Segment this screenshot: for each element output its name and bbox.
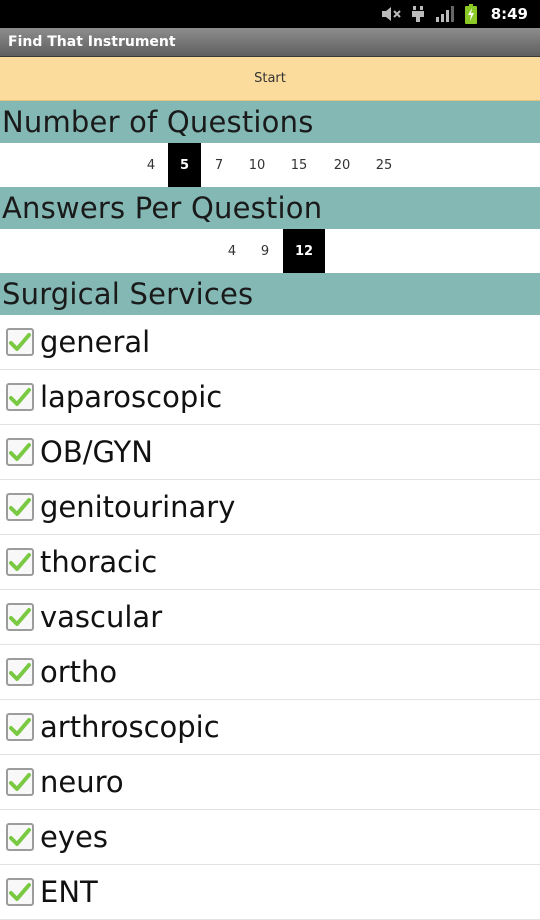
signal-strength-icon [435,4,455,24]
service-checkbox[interactable] [6,493,34,521]
answers-option-4[interactable]: 4 [219,229,245,273]
questions-option-4[interactable]: 4 [138,143,164,187]
checkmark-icon [9,498,31,516]
service-checkbox[interactable] [6,383,34,411]
checkmark-icon [9,883,31,901]
service-checkbox[interactable] [6,328,34,356]
questions-selector: 4 5 7 10 15 20 25 [0,143,540,187]
checkmark-icon [9,388,31,406]
service-item-ortho[interactable]: ortho [0,645,540,700]
service-item-ent[interactable]: ENT [0,865,540,920]
checkmark-icon [9,608,31,626]
questions-option-10[interactable]: 10 [240,143,274,187]
service-item-genitourinary[interactable]: genitourinary [0,480,540,535]
checkmark-icon [9,333,31,351]
services-list: general laparoscopic OB/GYN genitourinar… [0,315,540,920]
service-checkbox[interactable] [6,548,34,576]
service-label: ortho [40,655,118,689]
service-label: eyes [40,820,108,854]
app-title: Find That Instrument [8,34,176,50]
questions-option-7[interactable]: 7 [205,143,233,187]
service-label: general [40,325,151,359]
questions-option-20[interactable]: 20 [325,143,359,187]
volume-muted-icon [381,4,401,24]
usb-debug-icon [411,4,425,24]
checkmark-icon [9,718,31,736]
service-label: neuro [40,765,124,799]
checkmark-icon [9,828,31,846]
checkmark-icon [9,663,31,681]
checkmark-icon [9,443,31,461]
service-item-thoracic[interactable]: thoracic [0,535,540,590]
start-button-label: Start [254,71,286,86]
answers-selector: 4 9 12 [0,229,540,273]
service-label: vascular [40,600,163,634]
status-bar: 8:49 [0,0,540,28]
service-item-general[interactable]: general [0,315,540,370]
service-item-arthroscopic[interactable]: arthroscopic [0,700,540,755]
services-header-label: Surgical Services [2,277,254,311]
answers-header-label: Answers Per Question [2,191,323,225]
questions-option-15[interactable]: 15 [282,143,316,187]
service-checkbox[interactable] [6,713,34,741]
questions-section-header: Number of Questions [0,101,540,143]
service-item-eyes[interactable]: eyes [0,810,540,865]
answers-option-12[interactable]: 12 [283,229,325,273]
questions-option-5[interactable]: 5 [168,143,201,187]
service-item-vascular[interactable]: vascular [0,590,540,645]
service-label: thoracic [40,545,158,579]
checkmark-icon [9,553,31,571]
service-label: ENT [40,875,98,909]
service-item-obgyn[interactable]: OB/GYN [0,425,540,480]
battery-charging-icon [464,4,477,24]
service-item-laparoscopic[interactable]: laparoscopic [0,370,540,425]
answers-option-9[interactable]: 9 [252,229,278,273]
service-label: laparoscopic [40,380,223,414]
service-label: genitourinary [40,490,236,524]
service-item-neuro[interactable]: neuro [0,755,540,810]
answers-section-header: Answers Per Question [0,187,540,229]
questions-option-25[interactable]: 25 [367,143,401,187]
checkmark-icon [9,773,31,791]
service-checkbox[interactable] [6,878,34,906]
service-label: arthroscopic [40,710,220,744]
questions-header-label: Number of Questions [2,105,314,139]
services-section-header: Surgical Services [0,273,540,315]
service-label: OB/GYN [40,435,153,469]
service-checkbox[interactable] [6,658,34,686]
service-checkbox[interactable] [6,603,34,631]
status-time: 8:49 [490,5,528,23]
app-title-bar: Find That Instrument [0,28,540,57]
start-button[interactable]: Start [0,57,540,101]
service-checkbox[interactable] [6,438,34,466]
service-checkbox[interactable] [6,823,34,851]
service-checkbox[interactable] [6,768,34,796]
